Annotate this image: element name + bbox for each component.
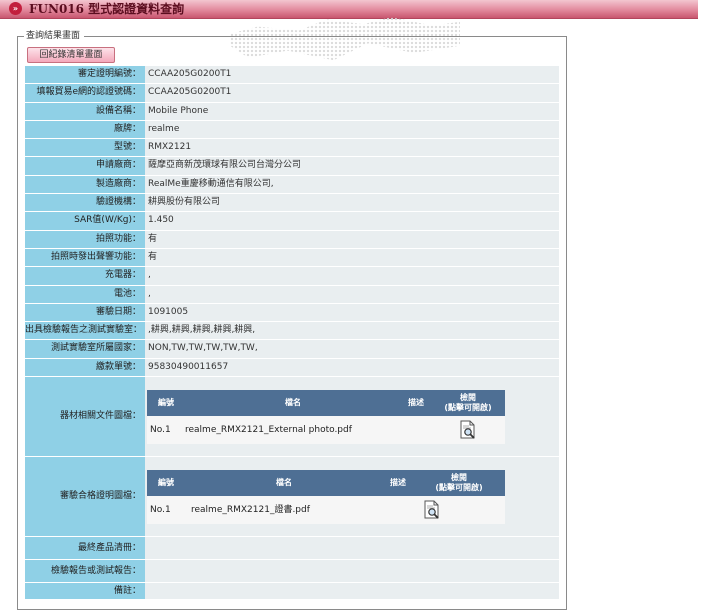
field-label: 電池： bbox=[25, 285, 145, 303]
field-label: 繳款單號： bbox=[25, 358, 145, 377]
column-header-filename: 檔名 bbox=[185, 390, 401, 417]
field-value: 編號 檔名 描述 檢閱 (點擊可開啟) No.1 realme_RMX2121_… bbox=[145, 377, 559, 457]
field-row-lab-country: 測試實驗室所屬國家： NON,TW,TW,TW,TW,TW, bbox=[25, 340, 559, 358]
field-label: 測試實驗室所屬國家： bbox=[25, 340, 145, 358]
column-header-view: 檢閱 (點擊可開啟) bbox=[431, 390, 505, 417]
view-header-line2: (點擊可開啟) bbox=[435, 483, 483, 493]
doc-desc bbox=[383, 496, 413, 525]
view-header-line1: 檢閱 bbox=[460, 393, 476, 403]
field-value: CCAA205G0200T1 bbox=[145, 84, 559, 102]
field-row-sar: SAR值(W/Kg)： 1.450 bbox=[25, 212, 559, 230]
doc-filename: realme_RMX2121_External photo.pdf bbox=[185, 416, 401, 445]
field-row-cert-body: 驗證機構： 耕興股份有限公司 bbox=[25, 194, 559, 212]
field-value bbox=[145, 583, 559, 600]
field-row-shutter-sound: 拍照時發出聲響功能： 有 bbox=[25, 248, 559, 267]
field-row-battery: 電池： , bbox=[25, 285, 559, 303]
field-value bbox=[145, 537, 559, 560]
field-label: 審驗合格證明圖檔： bbox=[25, 457, 145, 537]
field-row-brand: 廠牌： realme bbox=[25, 120, 559, 139]
doc-desc bbox=[401, 416, 431, 445]
field-value: 95830490011657 bbox=[145, 358, 559, 377]
field-label: 申請廠商： bbox=[25, 157, 145, 175]
view-header-line2: (點擊可開啟) bbox=[444, 403, 492, 413]
table-row: No.1 realme_RMX2121_證書.pdf bbox=[147, 496, 505, 525]
field-label: SAR值(W/Kg)： bbox=[25, 212, 145, 230]
field-row-device-name: 設備名稱： Mobile Phone bbox=[25, 102, 559, 120]
field-row-final-product-list: 最終產品清冊： bbox=[25, 537, 559, 560]
field-label: 驗證機構： bbox=[25, 194, 145, 212]
field-label: 檢驗報告或測試報告： bbox=[25, 560, 145, 583]
field-value: 有 bbox=[145, 230, 559, 248]
page-title: FUN016 型式認證資料查詢 bbox=[29, 2, 185, 16]
field-value: 編號 檔名 描述 檢閱 (點擊可開啟) No.1 realme_RMX2121_… bbox=[145, 457, 559, 537]
field-label: 出具檢驗報告之測試實驗室： bbox=[25, 322, 145, 340]
field-value: 薩摩亞商新茂環球有限公司台灣分公司 bbox=[145, 157, 559, 175]
field-row-cert-docs: 審驗合格證明圖檔： 編號 檔名 描述 檢閱 (點擊可開啟) No.1 realm… bbox=[25, 457, 559, 537]
field-value: 耕興股份有限公司 bbox=[145, 194, 559, 212]
field-value: , bbox=[145, 285, 559, 303]
field-row-trade-cert-no: 填報貿易e網的認證號碼： CCAA205G0200T1 bbox=[25, 84, 559, 102]
table-row: No.1 realme_RMX2121_External photo.pdf bbox=[147, 416, 505, 445]
field-value: CCAA205G0200T1 bbox=[145, 66, 559, 84]
field-value: realme bbox=[145, 120, 559, 139]
doc-view-cell bbox=[431, 416, 505, 445]
field-row-charger: 充電器： , bbox=[25, 267, 559, 285]
column-header-filename: 檔名 bbox=[185, 470, 383, 497]
equipment-docs-table: 編號 檔名 描述 檢閱 (點擊可開啟) No.1 realme_RMX2121_… bbox=[147, 390, 505, 445]
field-value: ,耕興,耕興,耕興,耕興,耕興, bbox=[145, 322, 559, 340]
detail-table: 審定證明編號： CCAA205G0200T1 填報貿易e網的認證號碼： CCAA… bbox=[25, 66, 559, 600]
field-row-manufacturer: 製造廠商： RealMe重慶移動通信有限公司, bbox=[25, 175, 559, 194]
field-row-test-lab: 出具檢驗報告之測試實驗室： ,耕興,耕興,耕興,耕興,耕興, bbox=[25, 322, 559, 340]
field-row-model: 型號： RMX2121 bbox=[25, 139, 559, 157]
document-search-icon[interactable] bbox=[423, 500, 441, 520]
column-header-no: 編號 bbox=[147, 390, 185, 417]
field-label: 廠牌： bbox=[25, 120, 145, 139]
field-value: , bbox=[145, 267, 559, 285]
fieldset-legend: 查詢結果畫面 bbox=[25, 30, 82, 42]
field-row-cert-no: 審定證明編號： CCAA205G0200T1 bbox=[25, 66, 559, 84]
field-row-camera: 拍照功能： 有 bbox=[25, 230, 559, 248]
cert-docs-table: 編號 檔名 描述 檢閱 (點擊可開啟) No.1 realme_RMX2121_… bbox=[147, 470, 505, 525]
doc-no: No.1 bbox=[147, 496, 185, 525]
field-row-applicant: 申請廠商： 薩摩亞商新茂環球有限公司台灣分公司 bbox=[25, 157, 559, 175]
view-header-line1: 檢閱 bbox=[451, 473, 467, 483]
field-label: 充電器： bbox=[25, 267, 145, 285]
field-row-test-report: 檢驗報告或測試報告： bbox=[25, 560, 559, 583]
field-label: 器材相關文件圖檔： bbox=[25, 377, 145, 457]
field-label: 最終產品清冊： bbox=[25, 537, 145, 560]
field-value bbox=[145, 560, 559, 583]
column-header-desc: 描述 bbox=[383, 470, 413, 497]
doc-view-cell bbox=[413, 496, 505, 525]
field-row-payment-no: 繳款單號： 95830490011657 bbox=[25, 358, 559, 377]
back-to-list-button[interactable]: 回紀錄清單畫面 bbox=[27, 47, 115, 63]
field-label: 審驗日期： bbox=[25, 303, 145, 322]
field-label: 審定證明編號： bbox=[25, 66, 145, 84]
field-label: 填報貿易e網的認證號碼： bbox=[25, 84, 145, 102]
field-label: 拍照時發出聲響功能： bbox=[25, 248, 145, 267]
field-value: Mobile Phone bbox=[145, 102, 559, 120]
doc-filename: realme_RMX2121_證書.pdf bbox=[185, 496, 383, 525]
field-value: 1.450 bbox=[145, 212, 559, 230]
field-label: 拍照功能： bbox=[25, 230, 145, 248]
field-label: 設備名稱： bbox=[25, 102, 145, 120]
field-value: RMX2121 bbox=[145, 139, 559, 157]
title-bar: » FUN016 型式認證資料查詢 bbox=[0, 0, 698, 19]
field-value: RealMe重慶移動通信有限公司, bbox=[145, 175, 559, 194]
field-label: 備註： bbox=[25, 583, 145, 600]
column-header-view: 檢閱 (點擊可開啟) bbox=[413, 470, 505, 497]
field-row-equipment-docs: 器材相關文件圖檔： 編號 檔名 描述 檢閱 (點擊可開啟) No.1 realm… bbox=[25, 377, 559, 457]
field-value: 1091005 bbox=[145, 303, 559, 322]
field-row-review-date: 審驗日期： 1091005 bbox=[25, 303, 559, 322]
document-search-icon[interactable] bbox=[459, 420, 477, 440]
column-header-no: 編號 bbox=[147, 470, 185, 497]
doc-no: No.1 bbox=[147, 416, 185, 445]
field-label: 型號： bbox=[25, 139, 145, 157]
title-arrow-icon: » bbox=[9, 2, 22, 15]
field-label: 製造廠商： bbox=[25, 175, 145, 194]
column-header-desc: 描述 bbox=[401, 390, 431, 417]
field-value: NON,TW,TW,TW,TW,TW, bbox=[145, 340, 559, 358]
field-value: 有 bbox=[145, 248, 559, 267]
field-row-remarks: 備註： bbox=[25, 583, 559, 600]
